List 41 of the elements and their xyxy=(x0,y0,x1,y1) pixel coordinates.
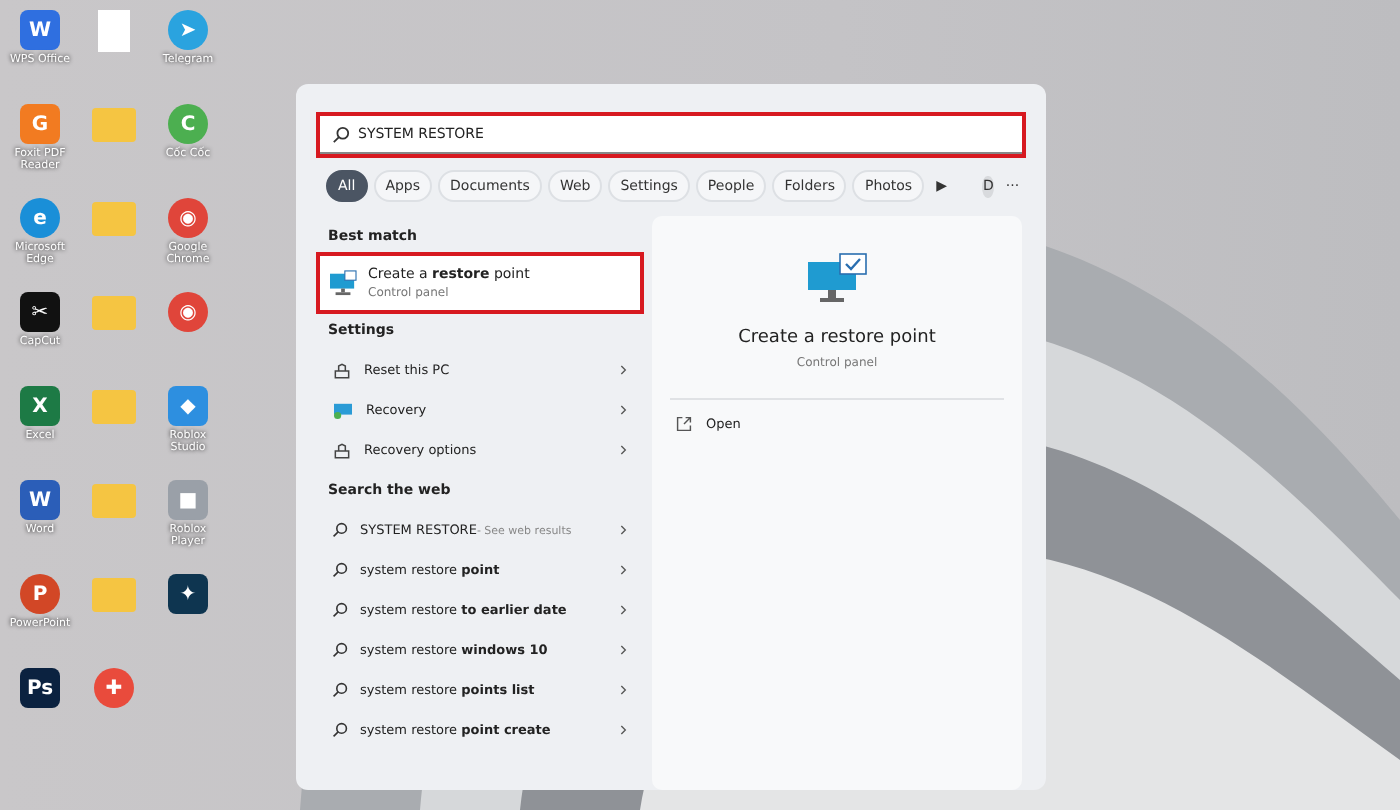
search-icon xyxy=(332,522,348,538)
search-icon xyxy=(332,126,350,144)
folder-icon[interactable] xyxy=(92,390,136,424)
reset-icon xyxy=(332,361,352,379)
chevron-icon xyxy=(620,684,628,696)
app-icon[interactable]: Ps xyxy=(20,668,60,708)
app-icon[interactable]: ✚ xyxy=(94,668,134,708)
chevron-icon xyxy=(620,524,628,536)
chevron-icon xyxy=(620,444,628,456)
app-icon[interactable]: ◉ xyxy=(168,292,208,332)
reset-icon xyxy=(332,441,352,459)
app-icon[interactable]: ✦ xyxy=(168,574,208,614)
app-icon[interactable]: P xyxy=(20,574,60,614)
monitor-icon xyxy=(805,252,869,308)
monitor-icon xyxy=(328,270,358,296)
chevron-icon xyxy=(620,644,628,656)
folder-icon[interactable] xyxy=(92,484,136,518)
chevron-icon xyxy=(620,604,628,616)
folder-icon[interactable] xyxy=(92,108,136,142)
chevron-icon xyxy=(620,564,628,576)
chevron-icon xyxy=(620,724,628,736)
chevron-icon xyxy=(620,364,628,376)
search-icon xyxy=(332,682,348,698)
recovery-icon xyxy=(332,401,354,419)
search-icon xyxy=(332,722,348,738)
external-link-icon xyxy=(676,416,692,432)
search-icon xyxy=(332,602,348,618)
folder-icon[interactable] xyxy=(92,578,136,612)
app-icon[interactable]: W xyxy=(20,480,60,520)
preview-title: Create a restore point xyxy=(738,328,936,348)
app-icon[interactable]: W xyxy=(20,10,60,50)
app-icon[interactable]: X xyxy=(20,386,60,426)
search-icon xyxy=(332,642,348,658)
app-icon[interactable]: e xyxy=(20,198,60,238)
app-icon[interactable]: ◉ xyxy=(168,198,208,238)
folder-icon[interactable] xyxy=(92,202,136,236)
chevron-icon xyxy=(620,404,628,416)
folder-icon[interactable] xyxy=(92,296,136,330)
search-icon xyxy=(332,562,348,578)
document-icon[interactable] xyxy=(98,10,130,52)
app-icon[interactable]: ✂ xyxy=(20,292,60,332)
